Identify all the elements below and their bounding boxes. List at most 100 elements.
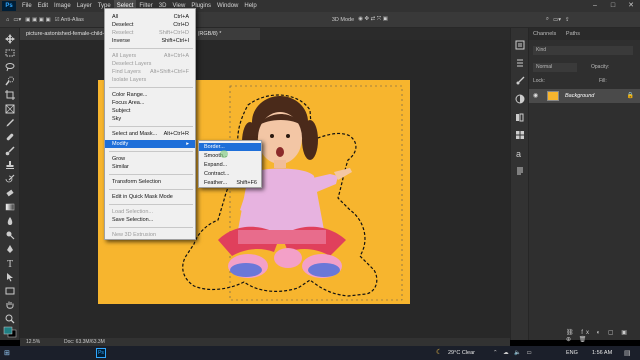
gradient-tool-icon[interactable] bbox=[5, 202, 15, 212]
system-tray-icons[interactable]: ⌃ ☁ 🔈 ▭ bbox=[493, 346, 534, 360]
maximize-icon[interactable]: □ bbox=[604, 0, 622, 12]
marquee-tool-preset-icon[interactable]: ▭▾ bbox=[13, 17, 21, 23]
healing-brush-tool-icon[interactable] bbox=[5, 132, 15, 142]
move-tool-icon[interactable] bbox=[5, 34, 15, 44]
menu-item-subject[interactable]: Subject bbox=[105, 107, 195, 115]
tab-channels[interactable]: Channels bbox=[529, 28, 560, 40]
windows-start-icon[interactable]: ⊞ bbox=[4, 349, 10, 357]
history-panel-icon[interactable] bbox=[515, 40, 525, 50]
menu-item-all-layers[interactable]: All Layers Alt+Ctrl+A bbox=[105, 52, 195, 60]
status-bar: 12.5% Doc: 63.3M/63.3M bbox=[20, 338, 510, 346]
submenu-item-feather[interactable]: Feather... Shift+F6 bbox=[199, 179, 261, 187]
menu-item-find-layers[interactable]: Find Layers Alt+Shift+Ctrl+F bbox=[105, 68, 195, 76]
menu-item-select-and-mask[interactable]: Select and Mask... Alt+Ctrl+R bbox=[105, 130, 195, 138]
menu-item-focus-area[interactable]: Focus Area... bbox=[105, 99, 195, 107]
swatches-panel-icon[interactable] bbox=[515, 130, 525, 140]
blur-tool-icon[interactable] bbox=[5, 216, 15, 226]
share-icon[interactable]: ⇪ bbox=[565, 17, 570, 23]
hand-tool-icon[interactable] bbox=[5, 300, 15, 310]
tab-paths[interactable]: Paths bbox=[562, 28, 584, 40]
menu-item-similar[interactable]: Similar bbox=[105, 163, 195, 171]
menu-item-new-3d-extrusion[interactable]: New 3D Extrusion bbox=[105, 231, 195, 239]
weather-text[interactable]: 29°C Clear bbox=[448, 346, 475, 360]
crop-tool-icon[interactable] bbox=[5, 90, 15, 100]
layer-name[interactable]: Background bbox=[565, 89, 594, 103]
menu-item-deselect-layers[interactable]: Deselect Layers bbox=[105, 60, 195, 68]
search-icon[interactable]: ⌕ bbox=[546, 16, 549, 23]
pen-tool-icon[interactable] bbox=[5, 244, 15, 254]
type-tool-icon[interactable]: T bbox=[5, 258, 15, 270]
libraries-panel-icon[interactable] bbox=[515, 112, 525, 122]
menu-help[interactable]: Help bbox=[241, 0, 259, 12]
language-indicator[interactable]: ENG bbox=[566, 346, 578, 360]
menu-item-label: Grow bbox=[112, 156, 126, 162]
menu-item-deselect[interactable]: Deselect Ctrl+D bbox=[105, 21, 195, 29]
menu-item-label: Deselect bbox=[112, 22, 134, 28]
zoom-level[interactable]: 12.5% bbox=[26, 338, 40, 346]
submenu-item-smooth[interactable]: Smooth... bbox=[199, 152, 261, 160]
close-icon[interactable]: ✕ bbox=[622, 0, 640, 12]
layer-filter-kind[interactable]: Kind bbox=[533, 46, 633, 55]
menu-item-modify[interactable]: Modify ▸ bbox=[105, 140, 195, 148]
notifications-icon[interactable]: ▤ bbox=[624, 349, 631, 357]
menu-item-all[interactable]: All Ctrl+A bbox=[105, 13, 195, 21]
layers-footer-icons[interactable]: ⛓ fx ◐ ▢ ▣ ⊕ 🗑 bbox=[566, 329, 636, 343]
menu-item-save-selection[interactable]: Save Selection... bbox=[105, 216, 195, 224]
eye-icon[interactable]: ◉ bbox=[533, 92, 538, 99]
photoshop-taskbar-icon[interactable]: Ps bbox=[96, 348, 106, 358]
menu-item-sky[interactable]: Sky bbox=[105, 115, 195, 123]
clock[interactable]: 1:56 AM bbox=[592, 346, 612, 360]
zoom-tool-icon[interactable] bbox=[5, 314, 15, 324]
submenu-item-border[interactable]: Border... bbox=[199, 143, 261, 151]
mode-3d-label[interactable]: 3D Mode bbox=[332, 17, 354, 23]
anti-alias-checkbox[interactable]: ☑ bbox=[55, 17, 60, 23]
menu-layer[interactable]: Layer bbox=[74, 0, 95, 12]
menu-item-inverse[interactable]: Inverse Shift+Ctrl+I bbox=[105, 37, 195, 45]
home-icon[interactable]: ⌂ bbox=[6, 17, 9, 23]
3d-tool-icons[interactable]: ◉ ✥ ⇄ ⤧ ▣ bbox=[358, 16, 388, 23]
menu-item-isolate-layers[interactable]: Isolate Layers bbox=[105, 76, 195, 84]
layer-row-background[interactable]: ◉ Background 🔒 bbox=[529, 89, 640, 103]
menu-edit[interactable]: Edit bbox=[35, 0, 51, 12]
svg-text:T: T bbox=[7, 259, 13, 268]
menu-item-label: New 3D Extrusion bbox=[112, 232, 157, 238]
brush-settings-icon[interactable] bbox=[515, 76, 525, 86]
rectangle-tool-icon[interactable] bbox=[5, 286, 15, 296]
menu-separator bbox=[109, 48, 193, 49]
workspace-icon[interactable]: ▭▾ bbox=[553, 17, 561, 23]
selection-mode-icons[interactable]: ▣ ▣ ▣ ▣ bbox=[25, 17, 50, 23]
submenu-item-expand[interactable]: Expand... bbox=[199, 161, 261, 169]
menu-item-grow[interactable]: Grow bbox=[105, 155, 195, 163]
blend-mode-select[interactable]: Normal bbox=[533, 63, 577, 72]
path-selection-tool-icon[interactable] bbox=[5, 272, 15, 282]
minimize-icon[interactable]: – bbox=[586, 0, 604, 12]
menu-file[interactable]: File bbox=[19, 0, 35, 12]
eyedropper-tool-icon[interactable] bbox=[5, 118, 15, 128]
quick-selection-tool-icon[interactable] bbox=[5, 76, 15, 86]
submenu-item-contract[interactable]: Contract... bbox=[199, 170, 261, 178]
layer-thumbnail bbox=[547, 91, 559, 101]
menu-window[interactable]: Window bbox=[214, 0, 241, 12]
menu-item-label: Subject bbox=[112, 108, 131, 114]
menu-item-quick-mask[interactable]: Edit in Quick Mask Mode bbox=[105, 193, 195, 201]
menu-item-reselect[interactable]: Reselect Shift+Ctrl+D bbox=[105, 29, 195, 37]
paragraph-panel-icon[interactable] bbox=[515, 166, 525, 176]
clone-stamp-tool-icon[interactable] bbox=[5, 160, 15, 170]
color-swatches-icon[interactable] bbox=[3, 326, 17, 338]
frame-tool-icon[interactable] bbox=[5, 104, 15, 114]
menu-item-color-range[interactable]: Color Range... bbox=[105, 91, 195, 99]
lock-label: Lock: bbox=[533, 78, 545, 84]
dodge-tool-icon[interactable] bbox=[5, 230, 15, 240]
menu-separator bbox=[109, 151, 193, 152]
lasso-tool-icon[interactable] bbox=[5, 62, 15, 72]
brush-tool-icon[interactable] bbox=[5, 146, 15, 156]
menu-item-load-selection[interactable]: Load Selection... bbox=[105, 208, 195, 216]
glyphs-panel-icon[interactable]: a bbox=[515, 148, 525, 159]
history-brush-tool-icon[interactable] bbox=[5, 174, 15, 184]
marquee-tool-icon[interactable] bbox=[5, 48, 15, 58]
adjustments-panel-icon[interactable] bbox=[515, 94, 525, 104]
menu-image[interactable]: Image bbox=[51, 0, 74, 12]
menu-item-transform-selection[interactable]: Transform Selection bbox=[105, 178, 195, 186]
properties-panel-icon[interactable] bbox=[515, 58, 525, 68]
eraser-tool-icon[interactable] bbox=[5, 188, 15, 198]
